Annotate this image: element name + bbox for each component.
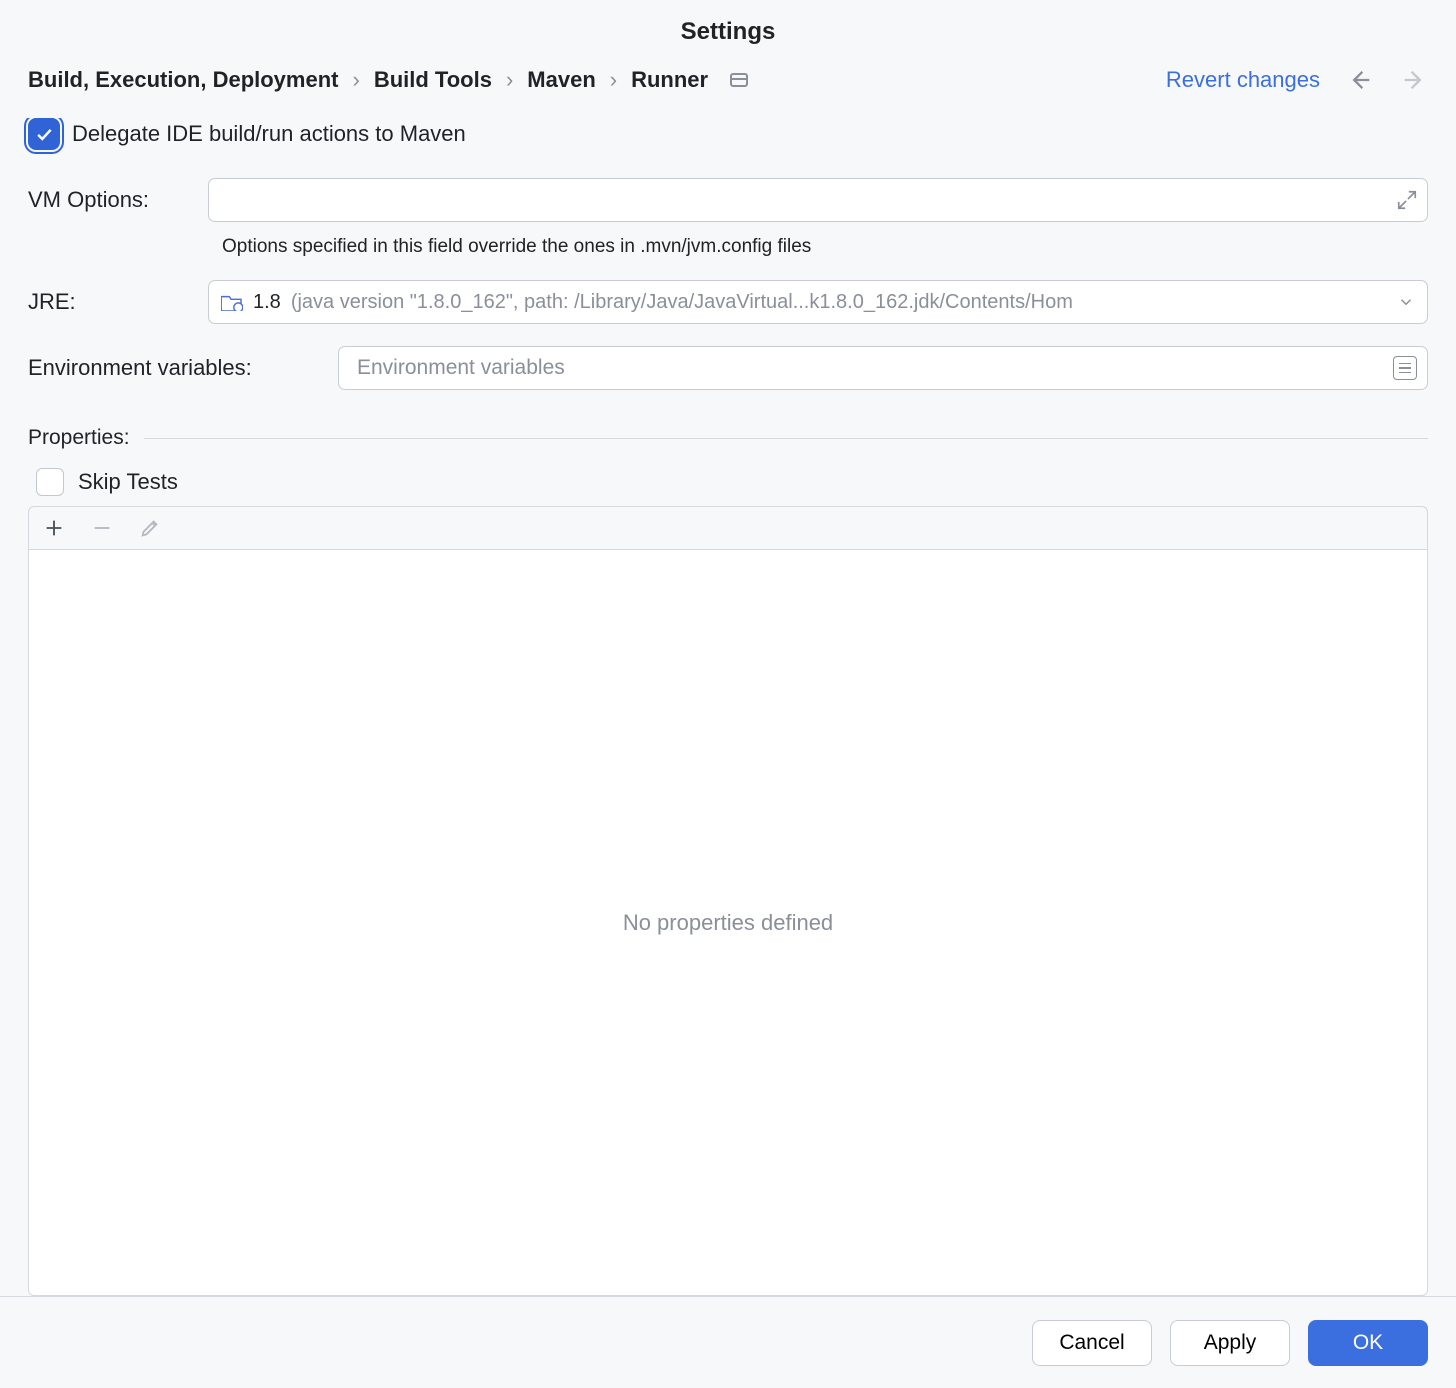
skip-tests-label: Skip Tests (78, 469, 178, 495)
breadcrumb-item[interactable]: Build Tools (374, 67, 492, 93)
remove-icon (91, 517, 113, 539)
revert-changes-link[interactable]: Revert changes (1166, 67, 1320, 93)
vm-options-hint: Options specified in this field override… (208, 230, 1428, 258)
cancel-button[interactable]: Cancel (1032, 1320, 1152, 1366)
breadcrumb-item[interactable]: Runner (631, 67, 708, 93)
edit-icon (139, 517, 161, 539)
forward-arrow-icon (1400, 66, 1428, 94)
vm-options-input[interactable] (208, 178, 1428, 222)
chevron-right-icon: › (352, 67, 359, 93)
back-arrow-icon[interactable] (1346, 66, 1374, 94)
properties-empty-text: No properties defined (623, 910, 833, 936)
apply-button[interactable]: Apply (1170, 1320, 1290, 1366)
properties-section-title: Properties: (28, 426, 130, 450)
breadcrumb: Build, Execution, Deployment › Build Too… (28, 67, 748, 93)
env-input[interactable]: Environment variables (338, 346, 1428, 390)
list-expand-icon[interactable] (1393, 356, 1417, 380)
vm-options-label: VM Options: (28, 187, 208, 213)
separator (144, 438, 1428, 439)
jre-detail: (java version "1.8.0_162", path: /Librar… (291, 291, 1387, 314)
expand-field-icon[interactable] (1396, 189, 1418, 211)
dialog-title: Settings (0, 0, 1456, 56)
delegate-label: Delegate IDE build/run actions to Maven (72, 121, 466, 147)
properties-toolbar (28, 506, 1428, 549)
breadcrumb-item[interactable]: Build, Execution, Deployment (28, 67, 338, 93)
chevron-down-icon (1397, 293, 1415, 311)
project-scope-icon (730, 73, 748, 87)
env-label: Environment variables: (28, 355, 338, 381)
jre-select[interactable]: 1.8 (java version "1.8.0_162", path: /Li… (208, 280, 1428, 324)
folder-icon (221, 293, 243, 311)
chevron-right-icon: › (506, 67, 513, 93)
jre-label: JRE: (28, 289, 208, 315)
jre-version: 1.8 (253, 291, 281, 314)
ok-button[interactable]: OK (1308, 1320, 1428, 1366)
delegate-checkbox[interactable] (28, 118, 60, 150)
add-icon[interactable] (43, 517, 65, 539)
breadcrumb-item[interactable]: Maven (527, 67, 595, 93)
env-placeholder: Environment variables (357, 356, 565, 380)
properties-table: No properties defined (28, 549, 1428, 1296)
skip-tests-checkbox[interactable] (36, 468, 64, 496)
chevron-right-icon: › (610, 67, 617, 93)
